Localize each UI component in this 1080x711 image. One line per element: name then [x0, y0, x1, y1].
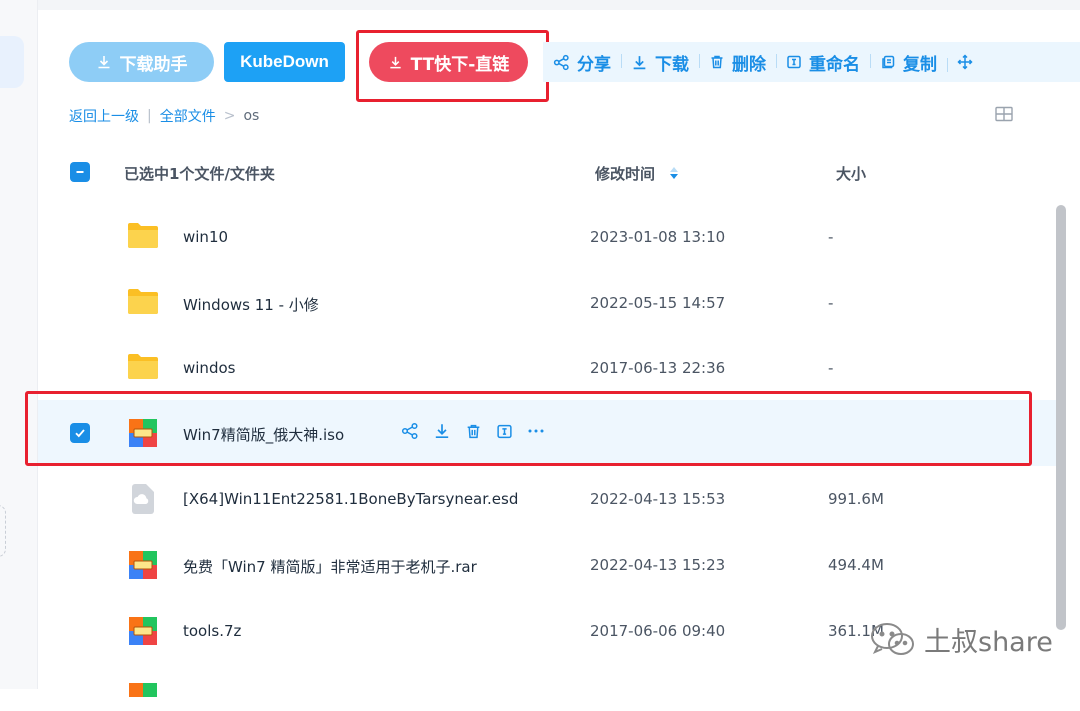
file-name[interactable]: [X64]Win11Ent22581.1BoneByTarsynear.esd [183, 490, 518, 508]
vertical-scrollbar[interactable] [1056, 205, 1066, 630]
download-label: 下载 [655, 54, 689, 75]
trash-icon [711, 55, 723, 69]
archive-icon [129, 683, 157, 697]
file-name[interactable]: 免费「Win7 精简版」非常适用于老机子.rar [183, 556, 477, 577]
file-mtime: 2017-06-06 09:40 [590, 622, 726, 640]
watermark-text: 土叔share [924, 627, 1053, 658]
breadcrumb-divider: | [147, 108, 152, 124]
mtime-column-header[interactable]: 修改时间 [595, 163, 655, 184]
file-name[interactable]: tools.7z [183, 622, 241, 640]
share-icon [553, 54, 569, 70]
top-strip [38, 0, 1080, 10]
selected-row-highlight-box [25, 391, 1032, 466]
copy-icon [882, 55, 895, 69]
size-column-header[interactable]: 大小 [836, 163, 866, 184]
file-size: 494.4M [828, 556, 884, 574]
rename-icon [787, 55, 801, 69]
share-label: 分享 [577, 54, 611, 75]
download-helper-button[interactable]: 下载助手 [69, 42, 214, 82]
minus-icon [76, 171, 84, 173]
grid-view-icon[interactable] [995, 106, 1013, 122]
file-mtime: 2017-06-13 22:36 [590, 359, 726, 377]
file-mtime: 2022-04-13 15:23 [590, 556, 726, 574]
download-helper-label: 下载助手 [119, 54, 188, 75]
breadcrumb-back-link[interactable]: 返回上一级 [69, 106, 139, 126]
file-mtime: 2022-05-15 14:57 [590, 294, 726, 312]
download-icon [98, 56, 109, 69]
file-name[interactable]: Windows 11 - 小修 [183, 294, 319, 315]
copy-label: 复制 [903, 54, 937, 75]
archive-icon [129, 551, 157, 579]
rename-label: 重命名 [809, 54, 860, 75]
breadcrumb-chevron: > [223, 108, 236, 124]
file-list-header: 已选中1个文件/文件夹 修改时间 大小 [38, 150, 1058, 194]
breadcrumb-current: os [243, 108, 260, 124]
breadcrumb: 返回上一级 | 全部文件 > os [69, 106, 259, 126]
tt-highlight-box [356, 30, 549, 102]
select-all-checkbox[interactable] [70, 162, 90, 182]
kubedown-label: KubeDown [240, 52, 329, 71]
move-icon [957, 54, 973, 70]
copy-action[interactable]: 复制 [870, 50, 947, 75]
wechat-icon [871, 622, 914, 655]
file-row[interactable]: [X64]Win11Ent22581.1BoneByTarsynear.esd … [38, 466, 1058, 532]
file-row[interactable] [38, 664, 1058, 697]
share-action[interactable]: 分享 [543, 50, 621, 75]
file-name[interactable]: windos [183, 359, 235, 377]
watermark: 土叔share [870, 620, 1053, 659]
file-name[interactable]: win10 [183, 228, 228, 246]
delete-action[interactable]: 删除 [699, 50, 776, 75]
sidebar-drop-zone[interactable] [0, 505, 6, 557]
sidebar-active-tab[interactable] [0, 36, 24, 88]
cloud-file-icon [132, 484, 154, 514]
download-icon [633, 55, 646, 69]
file-size: 991.6M [828, 490, 884, 508]
folder-icon [128, 223, 158, 248]
breadcrumb-all-files-link[interactable]: 全部文件 [160, 106, 216, 126]
download-action[interactable]: 下载 [621, 50, 699, 75]
rename-action[interactable]: 重命名 [776, 50, 870, 75]
file-row[interactable]: Windows 11 - 小修 2022-05-15 14:57 - [38, 270, 1058, 336]
file-mtime: 2022-04-13 15:53 [590, 490, 726, 508]
file-size: - [828, 228, 834, 246]
file-size: - [828, 359, 834, 377]
move-action[interactable] [947, 54, 983, 72]
left-sidebar [0, 0, 38, 689]
folder-icon [128, 354, 158, 379]
sort-icon[interactable] [669, 166, 679, 180]
folder-icon [128, 289, 158, 314]
file-row[interactable]: win10 2023-01-08 13:10 - [38, 204, 1058, 270]
delete-label: 删除 [732, 54, 766, 75]
kubedown-button[interactable]: KubeDown [224, 42, 345, 82]
archive-icon [129, 617, 157, 645]
file-action-bar: 分享 下载 删除 重命名 复制 [543, 42, 1080, 82]
file-mtime: 2023-01-08 13:10 [590, 228, 726, 246]
selection-count-text: 已选中1个文件/文件夹 [124, 165, 275, 183]
file-size: - [828, 294, 834, 312]
file-row[interactable]: 免费「Win7 精简版」非常适用于老机子.rar 2022-04-13 15:2… [38, 532, 1058, 598]
